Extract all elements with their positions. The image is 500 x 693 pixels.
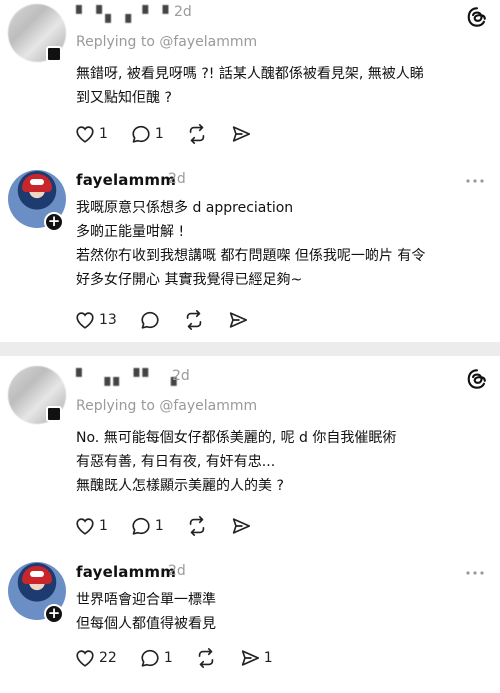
heart-icon	[76, 650, 94, 667]
repost-icon	[189, 124, 205, 144]
text-line: 無醜既人怎樣顯示美麗的人的美 ?	[76, 478, 284, 494]
share-icon	[232, 518, 250, 534]
comment-button[interactable]: 1	[130, 515, 164, 537]
threads-logo-icon[interactable]	[466, 368, 488, 390]
post-text: 世界唔會迎合單一標準 但每個人都值得被看見	[76, 588, 486, 636]
comment-count: 1	[154, 126, 164, 142]
comment-button[interactable]	[139, 309, 161, 331]
text-line: 無錯呀, 被看見呀嗎 ?! 話某人醜都係被看見架, 無被人睇	[76, 66, 424, 82]
share-button[interactable]	[230, 123, 252, 145]
username-blurred[interactable]: ▘ ▗▖▝▘ ▗	[76, 368, 180, 386]
text-line: 多啲正能量咁解 !	[76, 224, 185, 240]
like-button[interactable]: 1	[74, 123, 108, 145]
comment-icon	[132, 125, 150, 143]
post-text: 我嘅原意只係想多 d appreciation 多啲正能量咁解 ! 若然你冇收到…	[76, 196, 486, 292]
repost-button[interactable]	[195, 647, 217, 669]
follow-badge[interactable]	[46, 46, 62, 62]
comment-icon	[132, 517, 150, 535]
heart-icon	[76, 312, 94, 329]
follow-plus-icon[interactable]: +	[44, 604, 64, 624]
text-line: 但每個人都值得被看見	[76, 616, 216, 632]
text-line: 若然你冇收到我想講嘅 都冇問題㗎 但係我呢一啲片 有令	[76, 248, 426, 264]
share-button[interactable]	[227, 309, 249, 331]
like-count: 1	[99, 126, 108, 142]
text-line: No. 無可能每個女仔都係美麗的, 呢 d 你自我催眠術	[76, 430, 397, 446]
repost-icon	[186, 310, 202, 330]
timestamp: 2d	[172, 368, 190, 384]
text-line: 我嘅原意只係想多 d appreciation	[76, 200, 294, 216]
more-icon[interactable]	[464, 178, 486, 184]
comment-button[interactable]: 1	[130, 123, 164, 145]
username-blurred[interactable]: ▘▝▖▗ ▘▝	[76, 5, 171, 23]
like-button[interactable]: 1	[74, 515, 108, 537]
repost-button[interactable]	[183, 309, 205, 331]
heart-icon	[76, 518, 94, 535]
share-icon	[229, 312, 247, 328]
like-count: 22	[99, 650, 117, 666]
share-button[interactable]	[230, 515, 252, 537]
repost-button[interactable]	[186, 123, 208, 145]
text-line: 有惡有善, 有日有夜, 有奸有忠...	[76, 454, 276, 470]
username[interactable]: fayelammm	[76, 563, 176, 581]
action-bar: 1 1	[74, 122, 274, 146]
like-button[interactable]: 13	[74, 309, 117, 331]
repost-button[interactable]	[186, 515, 208, 537]
comment-count: 1	[154, 518, 164, 534]
text-line: 到又點知佢醜 ?	[76, 90, 172, 106]
like-count: 1	[99, 518, 108, 534]
username[interactable]: fayelammm	[76, 171, 176, 189]
action-bar: 1 1	[74, 514, 274, 538]
follow-plus-icon[interactable]: +	[44, 212, 64, 232]
share-icon	[232, 126, 250, 142]
repost-icon	[198, 648, 213, 668]
thread-panel-2: ▘ ▗▖▝▘ ▗ 2d Replying to @fayelammm No. 無…	[0, 356, 500, 693]
comment-icon	[141, 311, 159, 329]
timestamp: 2d	[168, 171, 186, 187]
screenshot-divider	[0, 342, 500, 356]
follow-badge[interactable]	[46, 406, 62, 422]
more-icon[interactable]	[464, 570, 486, 576]
comment-button[interactable]: 1	[139, 647, 173, 669]
text-line: 世界唔會迎合單一標準	[76, 592, 216, 608]
like-count: 13	[99, 312, 117, 328]
timestamp: 2d	[168, 563, 186, 579]
replying-to[interactable]: Replying to @fayelammm	[76, 34, 257, 50]
action-bar: 13	[74, 308, 271, 332]
timestamp: 2d	[174, 4, 192, 20]
comment-icon	[141, 649, 159, 667]
threads-logo-icon[interactable]	[466, 6, 488, 28]
action-bar: 22 1 1	[74, 646, 295, 670]
like-button[interactable]: 22	[74, 647, 117, 669]
reply-text: No. 無可能每個女仔都係美麗的, 呢 d 你自我催眠術 有惡有善, 有日有夜,…	[76, 426, 486, 498]
share-button[interactable]: 1	[239, 647, 273, 669]
reply-text: 無錯呀, 被看見呀嗎 ?! 話某人醜都係被看見架, 無被人睇 到又點知佢醜 ?	[76, 62, 486, 110]
text-line: 好多女仔開心 其實我覺得已經足夠~	[76, 272, 303, 288]
repost-icon	[189, 516, 205, 536]
share-count: 1	[263, 650, 273, 666]
share-icon	[241, 650, 259, 666]
comment-count: 1	[163, 650, 173, 666]
heart-icon	[76, 126, 94, 143]
replying-to[interactable]: Replying to @fayelammm	[76, 398, 257, 414]
thread-panel-1: ▘▝▖▗ ▘▝ 2d Replying to @fayelammm 無錯呀, 被…	[0, 0, 500, 342]
